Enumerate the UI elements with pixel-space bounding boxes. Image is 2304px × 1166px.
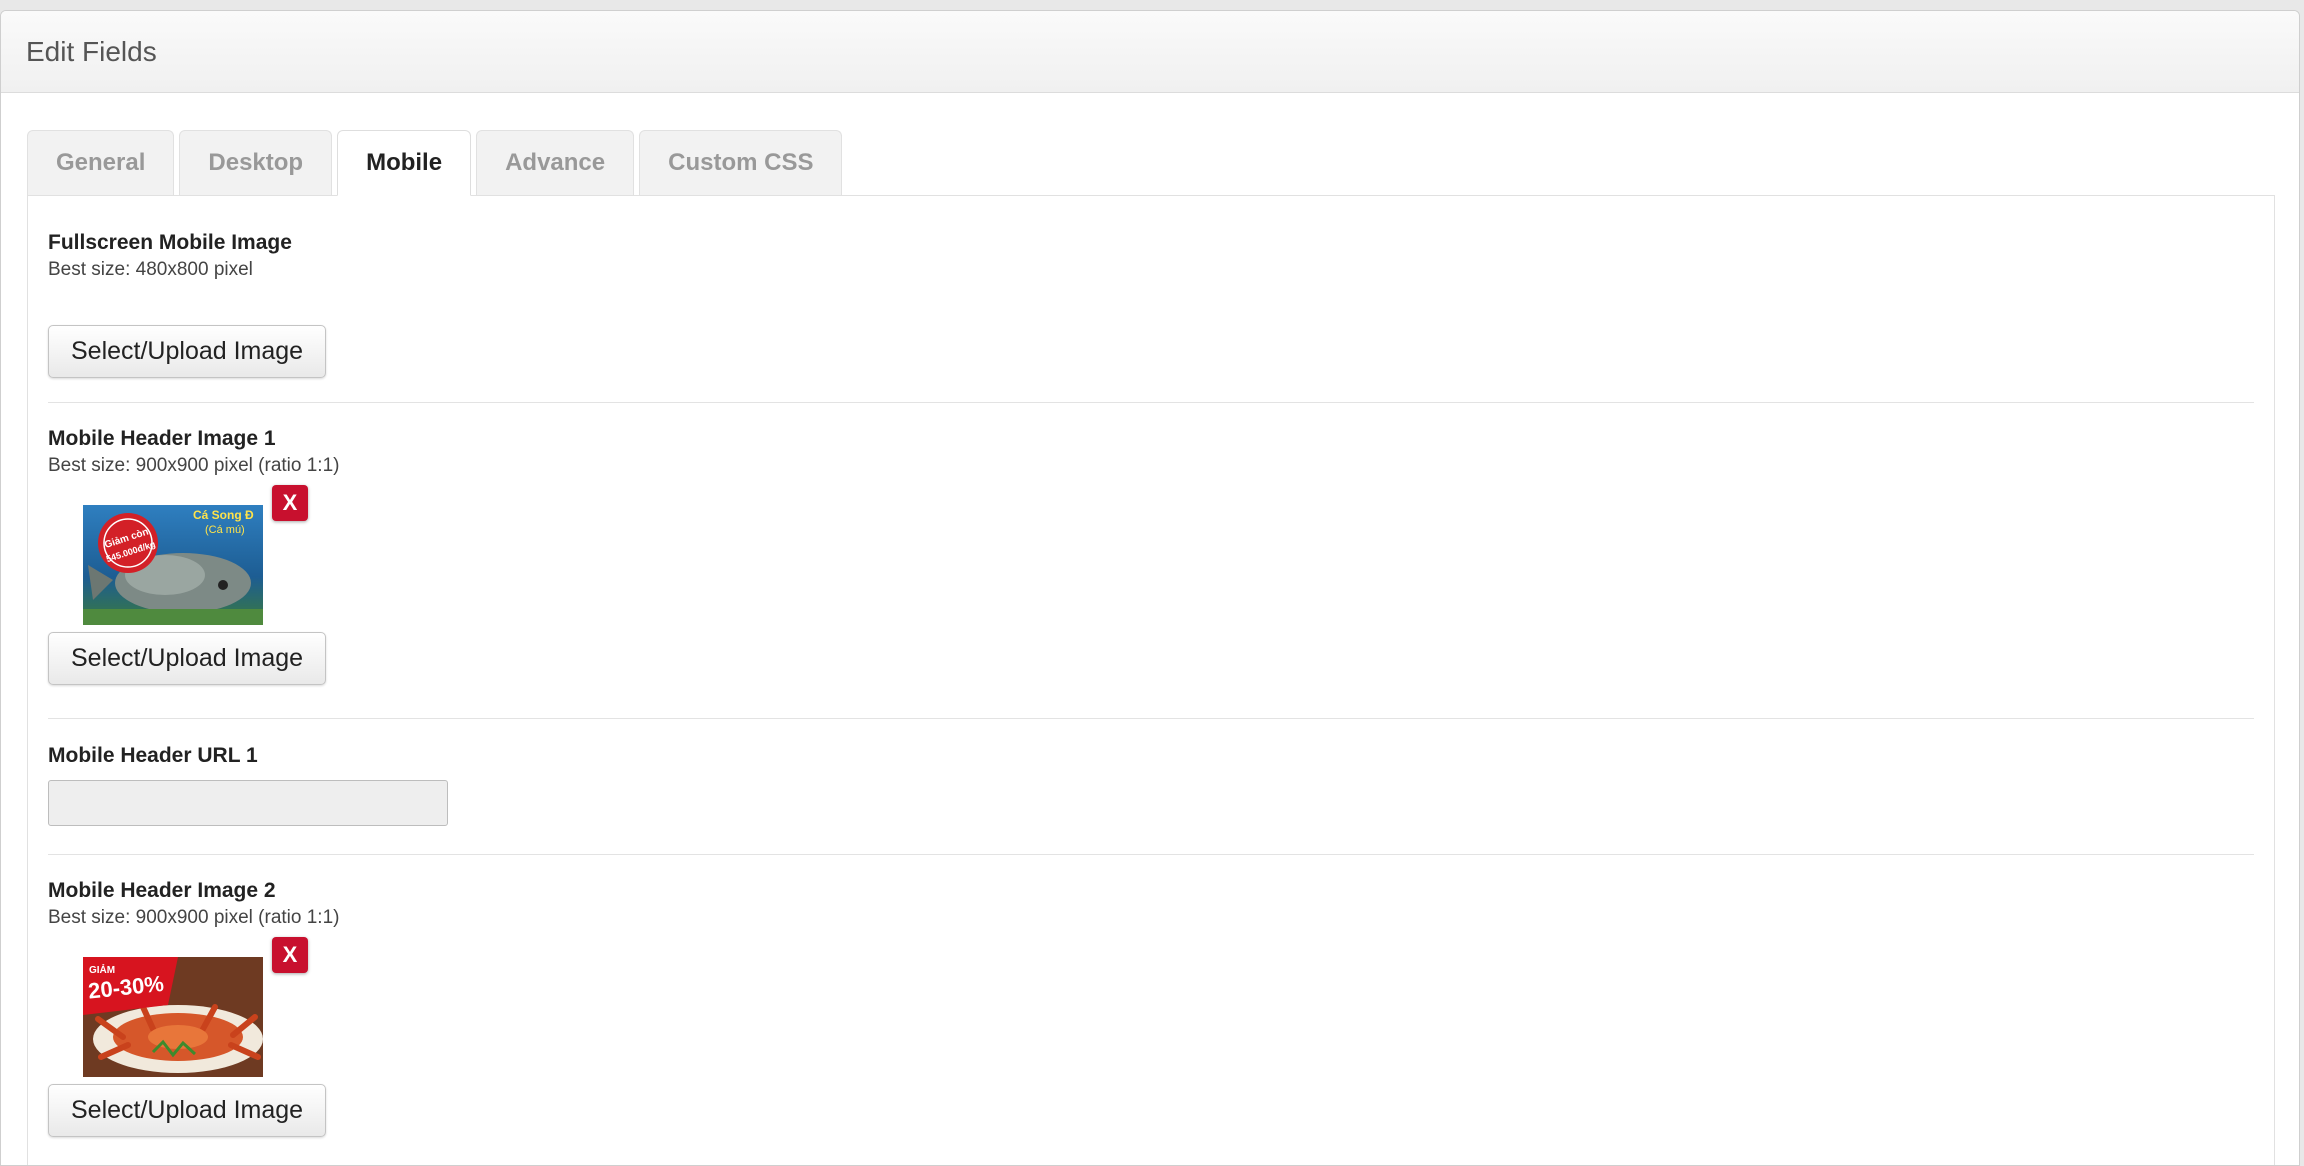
- field-hint: Best size: 900x900 pixel (ratio 1:1): [48, 455, 340, 476]
- remove-image-1-button[interactable]: X: [272, 485, 308, 521]
- field-label: Fullscreen Mobile Image: [48, 231, 292, 254]
- fullscreen-upload-button[interactable]: Select/Upload Image: [48, 325, 327, 378]
- tab-advance[interactable]: Advance: [476, 130, 635, 195]
- tab-bar: General Desktop Mobile Advance Custom CS…: [27, 130, 843, 196]
- divider: [48, 402, 2254, 403]
- fullscreen-image-field: Fullscreen Mobile Image Best size: 480x8…: [48, 229, 2254, 419]
- tab-custom-css[interactable]: Custom CSS: [639, 130, 843, 195]
- field-label: Mobile Header Image 2: [48, 879, 276, 902]
- header-url-1-field: Mobile Header URL 1: [48, 742, 2254, 852]
- divider: [48, 854, 2254, 855]
- field-hint: Best size: 480x800 pixel: [48, 259, 253, 280]
- remove-image-2-button[interactable]: X: [272, 937, 308, 973]
- caption-line-1: Cá Song Đ: [193, 508, 254, 522]
- window-header: Edit Fields: [1, 11, 2299, 93]
- field-label: Mobile Header URL 1: [48, 744, 258, 767]
- field-hint: Best size: 900x900 pixel (ratio 1:1): [48, 907, 340, 928]
- header-url-1-input[interactable]: [48, 780, 448, 826]
- edit-fields-window: Edit Fields General Desktop Mobile Advan…: [0, 10, 2300, 1166]
- window-title: Edit Fields: [26, 35, 157, 67]
- tab-mobile[interactable]: Mobile: [337, 130, 472, 196]
- header-image-1-field: Mobile Header Image 1 Best size: 900x900…: [48, 425, 2254, 715]
- header-image-2-field: Mobile Header Image 2 Best size: 900x900…: [48, 877, 2254, 1165]
- header-image-2-upload-button[interactable]: Select/Upload Image: [48, 1084, 327, 1137]
- divider: [48, 718, 2254, 719]
- fish-promo-image: Giảm còn 545.000đ/kg Cá Song Đ (Cá mú): [83, 505, 263, 625]
- header-image-1-thumbnail: Giảm còn 545.000đ/kg Cá Song Đ (Cá mú): [83, 505, 263, 625]
- tab-desktop[interactable]: Desktop: [179, 130, 333, 195]
- promo-small-text: GIẢM: [89, 963, 115, 976]
- crab-promo-image: GIẢM 20-30%: [83, 957, 263, 1077]
- header-image-2-thumbnail: GIẢM 20-30%: [83, 957, 263, 1077]
- mobile-tab-panel: Fullscreen Mobile Image Best size: 480x8…: [27, 195, 2275, 1165]
- caption-line-2: (Cá mú): [205, 524, 245, 536]
- header-image-1-upload-button[interactable]: Select/Upload Image: [48, 632, 327, 685]
- tab-general[interactable]: General: [27, 130, 175, 195]
- field-label: Mobile Header Image 1: [48, 427, 276, 450]
